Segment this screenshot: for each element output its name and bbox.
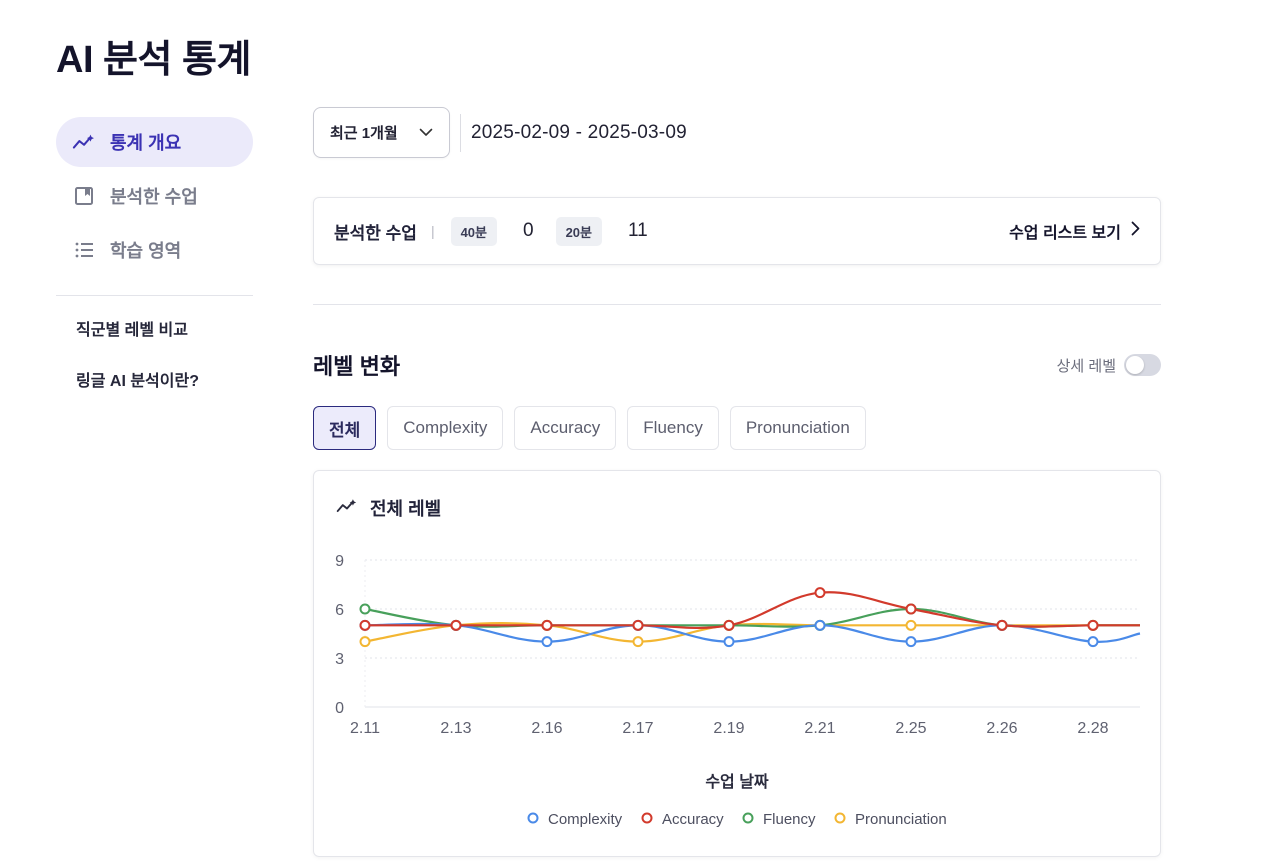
data-point-pronunciation: [359, 636, 371, 648]
legend-marker-complexity: [527, 812, 539, 824]
data-point-accuracy: [541, 619, 553, 631]
data-point-accuracy: [814, 587, 826, 599]
trend-chart-icon: [72, 130, 96, 154]
sidebar-item-overview[interactable]: 통계 개요: [56, 117, 253, 167]
job-level-compare-link[interactable]: 직군별 레벨 비교: [56, 318, 253, 344]
data-point-complexity: [905, 636, 917, 648]
summary-separator: |: [430, 223, 435, 239]
data-point-accuracy: [1087, 619, 1099, 631]
chevron-down-icon: [419, 124, 433, 141]
level-header: 레벨 변화 상세 레벨: [313, 349, 1161, 381]
section-divider: [313, 304, 1161, 305]
data-point-complexity: [541, 636, 553, 648]
level-line-chart: 0 3 6 9 2.11 2.13 2.16 2.17 2.19 2.21 2.25 2.26 2.28…: [335, 553, 1141, 828]
legend-label-complexity: Complexity: [548, 811, 623, 828]
filter-row: 최근 1개월 2025-02-09 - 2025-03-09: [313, 107, 1161, 158]
detail-level-toggle[interactable]: [1124, 354, 1161, 376]
legend-marker-fluency: [742, 812, 754, 824]
sidebar-item-label: 분석한 수업: [110, 187, 198, 207]
x-tick-label: 2.11: [350, 720, 380, 737]
sidebar-divider: [56, 295, 253, 296]
analyzed-lessons-summary: 분석한 수업 | 40분 0 20분 11 수업 리스트 보기: [313, 197, 1161, 265]
period-select[interactable]: 최근 1개월: [313, 107, 450, 158]
badge-20min: 20분: [555, 216, 602, 246]
level-chart-card: 전체 레벨 0 3 6 9 2.11 2.13 2.16 2.17 2.19 2.21 2.25 2.…: [313, 470, 1161, 857]
y-tick-label: 9: [335, 553, 344, 570]
period-select-value: 최근 1개월: [330, 125, 398, 142]
tab-pronunciation[interactable]: Pronunciation: [729, 406, 866, 450]
detail-level-label: 상세 레벨: [1056, 357, 1116, 375]
legend-marker-accuracy: [641, 812, 653, 824]
data-point-fluency: [359, 603, 371, 615]
level-change-title: 레벨 변화: [313, 354, 401, 379]
tab-complexity[interactable]: Complexity: [387, 406, 504, 450]
data-point-accuracy: [996, 619, 1008, 631]
x-tick-label: 2.16: [531, 720, 562, 737]
legend-label-fluency: Fluency: [763, 811, 816, 828]
about-ai-analysis-link[interactable]: 링글 AI 분석이란?: [56, 369, 253, 395]
count-20min: 11: [628, 220, 648, 241]
data-point-pronunciation: [632, 636, 644, 648]
sidebar-item-label: 학습 영역: [110, 241, 182, 261]
data-point-complexity: [1087, 636, 1099, 648]
data-point-accuracy: [450, 619, 462, 631]
tab-all[interactable]: 전체: [313, 406, 377, 450]
bookmark-icon: [72, 184, 96, 208]
legend-label-accuracy: Accuracy: [662, 811, 724, 828]
data-point-accuracy: [359, 619, 371, 631]
y-tick-label: 6: [335, 602, 344, 619]
legend-label-pronunciation: Pronunciation: [855, 811, 947, 828]
chevron-right-icon: [1131, 221, 1140, 241]
tab-accuracy[interactable]: Accuracy: [514, 406, 617, 450]
divider: [460, 113, 461, 152]
data-point-complexity: [814, 619, 826, 631]
data-point-accuracy: [905, 603, 917, 615]
x-tick-label: 2.28: [1077, 720, 1108, 737]
tab-fluency[interactable]: Fluency: [627, 406, 719, 450]
x-tick-label: 2.17: [622, 720, 653, 737]
badge-40min: 40분: [450, 216, 497, 246]
data-point-accuracy: [632, 619, 644, 631]
y-tick-label: 3: [335, 651, 344, 668]
main-content: 최근 1개월 2025-02-09 - 2025-03-09 분석한 수업 | …: [313, 107, 1161, 857]
page-title: AI 분석 통계: [56, 39, 251, 81]
sidebar: 통계 개요 분석한 수업 학습 영역 직군별 레벨 비교 링글 AI 분석이란?: [56, 117, 253, 420]
x-tick-label: 2.25: [895, 720, 926, 737]
sidebar-item-learning-areas[interactable]: 학습 영역: [56, 225, 253, 275]
view-lesson-list-label: 수업 리스트 보기: [1009, 225, 1121, 242]
sidebar-item-analyzed-lessons[interactable]: 분석한 수업: [56, 171, 253, 221]
legend-marker-pronunciation: [834, 812, 846, 824]
view-lesson-list-link[interactable]: 수업 리스트 보기: [1009, 219, 1140, 243]
list-icon: [72, 238, 96, 262]
toggle-knob: [1126, 356, 1144, 374]
data-point-accuracy: [723, 619, 735, 631]
sidebar-item-label: 통계 개요: [110, 133, 182, 153]
y-tick-label: 0: [335, 700, 344, 717]
summary-title: 분석한 수업: [334, 223, 417, 243]
date-range: 2025-02-09 - 2025-03-09: [471, 121, 687, 143]
x-tick-label: 2.21: [804, 720, 835, 737]
x-tick-label: 2.13: [440, 720, 471, 737]
detail-level-control: 상세 레벨: [1057, 354, 1161, 376]
data-point-pronunciation: [905, 619, 917, 631]
count-40min: 0: [523, 220, 534, 241]
x-axis-title: 수업 날짜: [705, 773, 769, 791]
series-line-accuracy: [364, 591, 1140, 630]
x-tick-label: 2.19: [713, 720, 744, 737]
level-tabs: 전체 Complexity Accuracy Fluency Pronuncia…: [313, 406, 1161, 450]
x-tick-label: 2.26: [986, 720, 1017, 737]
data-point-complexity: [723, 636, 735, 648]
